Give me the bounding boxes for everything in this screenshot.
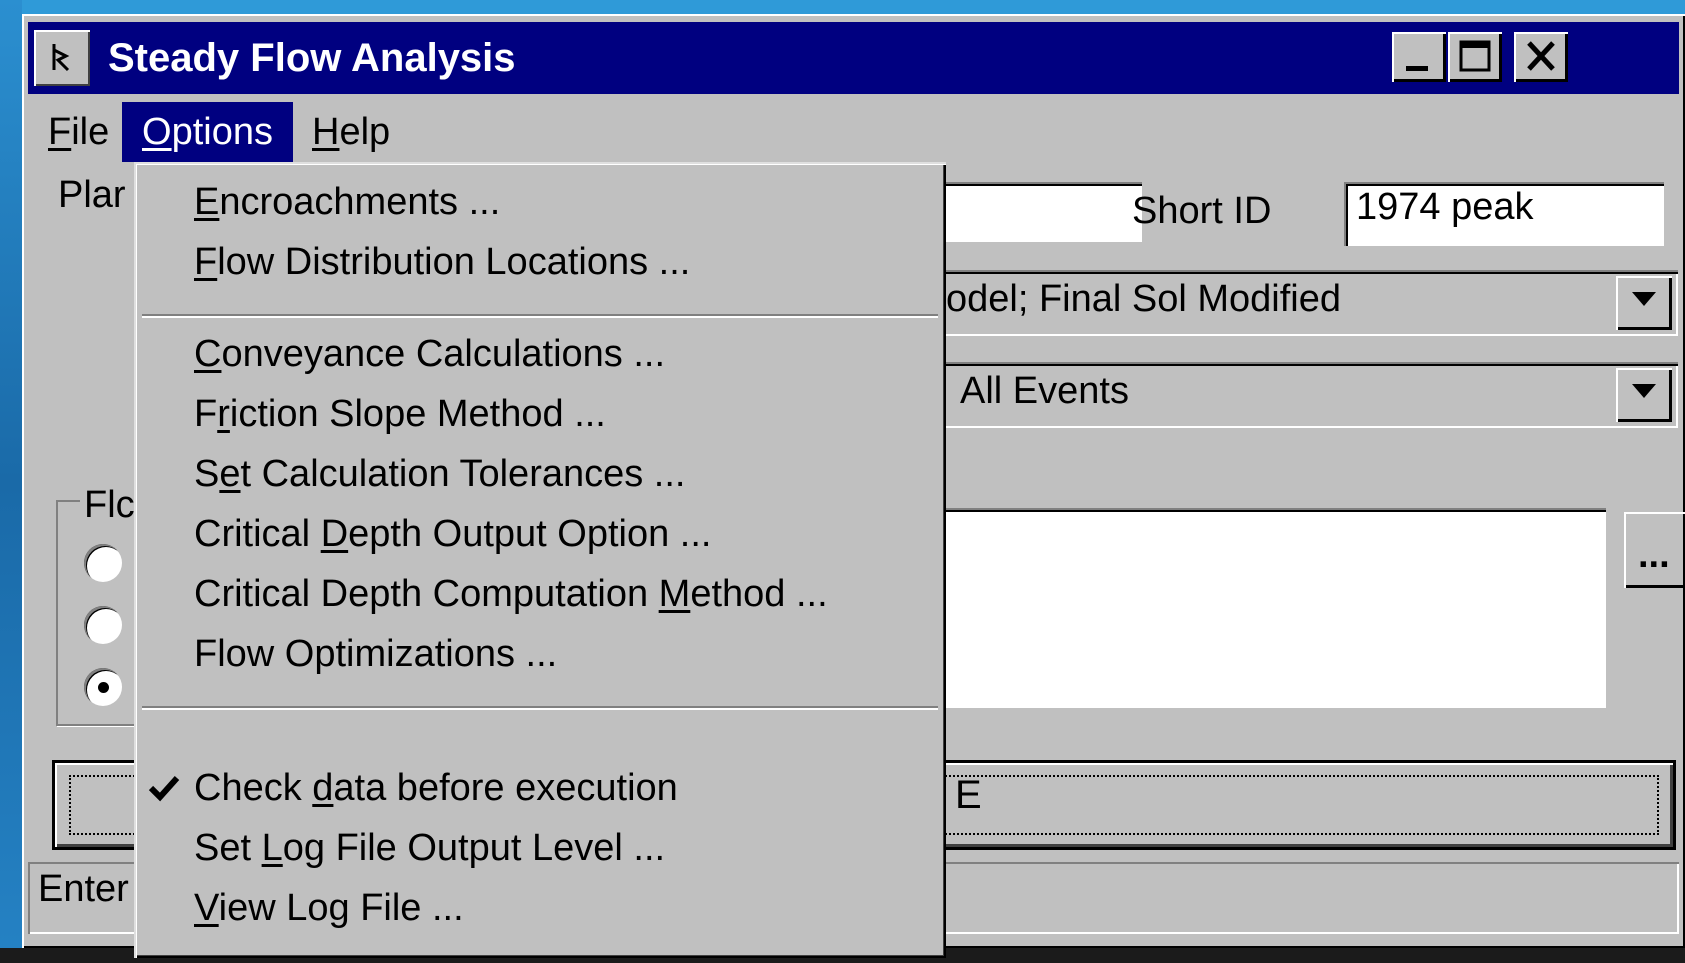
menu-item-flow-distribution[interactable]: Flow Distribution Locations ...: [194, 234, 690, 290]
flow-file-combo[interactable]: All Events: [922, 362, 1678, 428]
flow-regime-title: Flc: [80, 484, 139, 527]
short-id-value: 1974 peak: [1356, 186, 1534, 228]
menu-bar: File Options Help: [28, 98, 1679, 164]
maximize-icon: [1459, 40, 1491, 72]
minimize-button[interactable]: [1392, 32, 1446, 82]
desktop-left: [0, 0, 22, 963]
flow-regime-radio-1[interactable]: [84, 544, 122, 582]
plan-title-field[interactable]: [922, 182, 1142, 242]
flow-regime-radio-2[interactable]: [84, 606, 122, 644]
geometry-file-value: odel; Final Sol Modified: [946, 278, 1341, 320]
menu-separator: [142, 706, 938, 710]
close-icon: [1527, 41, 1555, 71]
short-id-field[interactable]: 1974 peak: [1344, 182, 1664, 246]
menu-item-log-level[interactable]: Set Log File Output Level ...: [194, 820, 665, 876]
chevron-down-icon: [1632, 384, 1656, 398]
maximize-button[interactable]: [1448, 32, 1502, 82]
geometry-file-combo[interactable]: odel; Final Sol Modified: [922, 270, 1678, 336]
compute-label-fragment: E: [955, 773, 982, 817]
menu-file[interactable]: File: [28, 102, 129, 162]
close-button[interactable]: [1514, 32, 1568, 82]
menu-item-friction-slope[interactable]: Friction Slope Method ...: [194, 386, 606, 442]
plan-label: Plar: [58, 174, 126, 216]
chevron-down-icon: [1632, 292, 1656, 306]
app-icon[interactable]: [34, 30, 90, 86]
radio-dot: [98, 682, 109, 693]
plan-description-box[interactable]: [862, 508, 1606, 708]
short-id-label: Short ID: [1132, 190, 1272, 232]
checkmark-icon: [148, 775, 180, 802]
menu-item-flow-optimizations[interactable]: Flow Optimizations ...: [194, 626, 557, 682]
menu-item-tolerances[interactable]: Set Calculation Tolerances ...: [194, 446, 685, 502]
geometry-dropdown-button[interactable]: [1616, 276, 1672, 330]
menu-help[interactable]: Help: [292, 102, 410, 162]
menu-item-conveyance[interactable]: Conveyance Calculations ...: [194, 326, 665, 382]
menu-options[interactable]: Options: [122, 102, 293, 162]
desktop-top: [0, 0, 1685, 14]
flow-regime-radio-3[interactable]: [84, 668, 122, 706]
menu-item-critical-depth-output[interactable]: Critical Depth Output Option ...: [194, 506, 711, 562]
menu-item-encroachments[interactable]: Encroachments ...: [194, 174, 500, 230]
description-ellipsis-button[interactable]: ...: [1624, 512, 1685, 588]
window-title: Steady Flow Analysis: [108, 36, 516, 80]
status-text: Enter: [38, 868, 129, 910]
menu-separator: [142, 314, 938, 318]
title-bar[interactable]: Steady Flow Analysis: [28, 22, 1679, 94]
menu-item-check-data[interactable]: Check data before execution: [194, 760, 678, 816]
minimize-icon: [1406, 66, 1428, 71]
options-menu: Encroachments ... Flow Distribution Loca…: [134, 162, 946, 958]
flow-file-value: All Events: [960, 370, 1129, 412]
menu-item-critical-depth-method[interactable]: Critical Depth Computation Method ...: [194, 566, 828, 622]
menu-item-view-log[interactable]: View Log File ...: [194, 880, 464, 936]
flow-dropdown-button[interactable]: [1616, 368, 1672, 422]
